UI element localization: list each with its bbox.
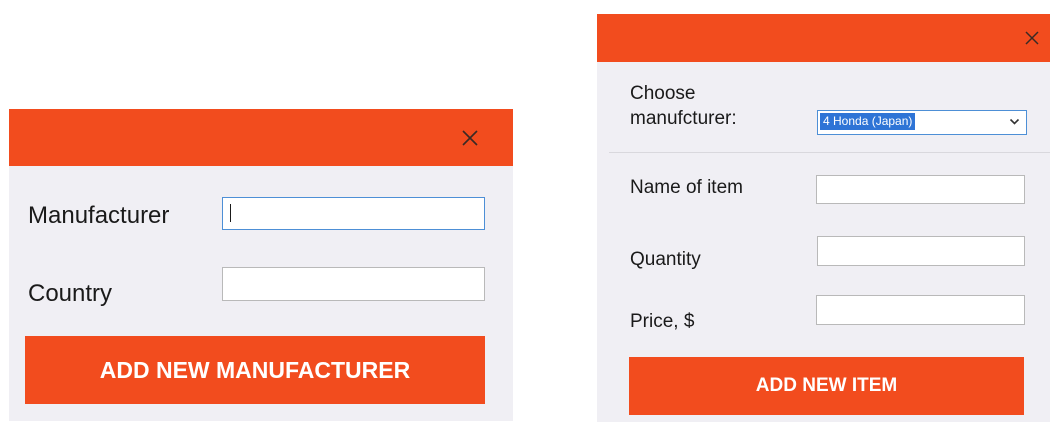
close-icon <box>462 130 478 146</box>
manufacturer-label: Manufacturer <box>28 202 170 229</box>
add-manufacturer-dialog: Manufacturer Country ADD NEW MANUFACTURE… <box>9 109 513 421</box>
selected-manufacturer: 4 Honda (Japan) <box>820 113 916 130</box>
section-divider <box>609 152 1050 153</box>
manufacturer-input[interactable] <box>222 197 485 230</box>
name-of-item-label: Name of item <box>630 177 743 198</box>
dialog-titlebar <box>597 14 1050 62</box>
quantity-label: Quantity <box>630 249 701 270</box>
add-new-item-button[interactable]: ADD NEW ITEM <box>629 357 1024 415</box>
country-label: Country <box>28 280 113 307</box>
name-of-item-input[interactable] <box>816 175 1025 204</box>
add-item-dialog: Choose manufcturer: 4 Honda (Japan) Name… <box>597 14 1050 422</box>
choose-manufacturer-label-line2: manufcturer: <box>630 108 737 129</box>
choose-manufacturer-label-line1: Choose <box>630 83 696 104</box>
add-new-manufacturer-button[interactable]: ADD NEW MANUFACTURER <box>25 336 485 404</box>
price-input[interactable] <box>816 295 1025 325</box>
manufacturer-select[interactable]: 4 Honda (Japan) <box>817 110 1027 135</box>
close-icon <box>1025 31 1039 45</box>
price-label: Price, $ <box>630 311 695 332</box>
quantity-input[interactable] <box>817 236 1025 266</box>
close-button[interactable] <box>1017 23 1047 53</box>
text-caret <box>230 204 231 222</box>
chevron-down-icon <box>1009 118 1020 125</box>
close-button[interactable] <box>453 121 487 155</box>
dialog-titlebar <box>9 109 513 166</box>
country-input[interactable] <box>222 267 485 301</box>
